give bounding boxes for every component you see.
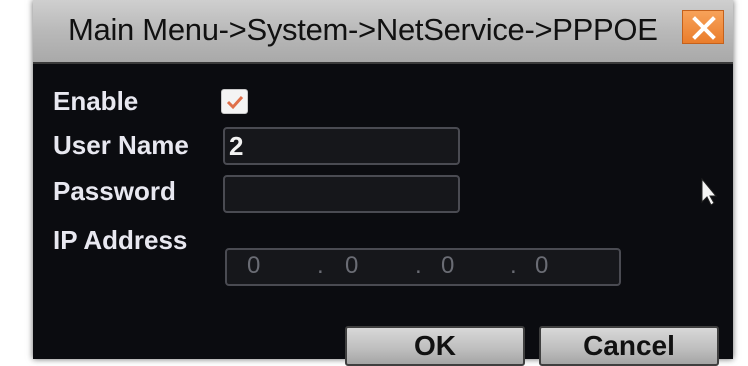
ip-separator-3: . [510,252,517,279]
username-label: User Name [53,130,189,160]
ip-address-input[interactable]: 0 . 0 . 0 . 0 [225,248,621,286]
checkmark-icon [226,95,244,110]
enable-label: Enable [53,86,139,116]
ip-octet-1[interactable]: 0 [247,252,260,280]
ip-octet-4[interactable]: 0 [535,252,548,280]
enable-checkbox[interactable] [221,89,248,114]
ip-separator-1: . [317,252,324,279]
mouse-cursor-icon [701,178,717,206]
password-input[interactable] [223,175,460,213]
ip-separator-2: . [415,252,422,279]
title-bar[interactable]: Main Menu->System->NetService->PPPOE [33,0,733,64]
pppoe-dialog: Main Menu->System->NetService->PPPOE Ena… [33,0,733,366]
cancel-button[interactable]: Cancel [539,326,719,366]
close-button[interactable] [682,10,724,44]
window-title: Main Menu->System->NetService->PPPOE [68,12,658,47]
ip-address-label: IP Address [53,225,188,255]
username-input[interactable]: 2 [223,127,460,165]
ok-button[interactable]: OK [345,326,525,366]
ip-octet-3[interactable]: 0 [441,252,454,280]
ip-octet-2[interactable]: 0 [345,252,358,280]
close-x-icon [692,16,716,40]
password-label: Password [53,176,176,206]
